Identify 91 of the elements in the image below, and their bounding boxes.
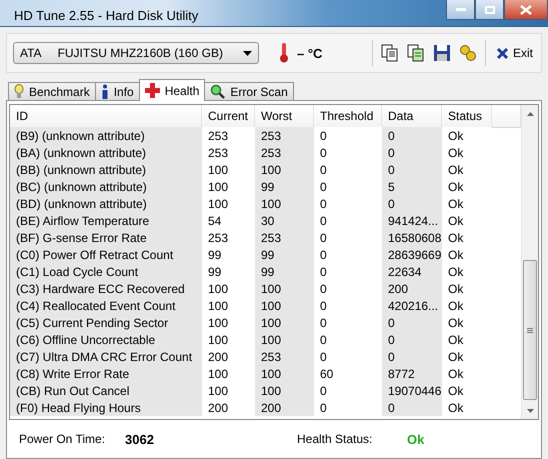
table-cell: 100 (255, 331, 314, 348)
scroll-down-icon[interactable] (526, 408, 534, 412)
scrollbar-thumb[interactable] (523, 260, 537, 400)
power-on-label: Power On Time: (19, 432, 106, 446)
column-header[interactable]: Data (382, 105, 442, 128)
table-cell: 420216... (382, 297, 442, 314)
table-cell: 30 (255, 212, 314, 229)
table-cell: 16580608 (382, 229, 442, 246)
table-cell: 100 (255, 314, 314, 331)
table-cell: 28639669 (382, 246, 442, 263)
scrollbar[interactable] (521, 105, 538, 419)
caret-icon (243, 50, 252, 56)
table-cell: (C1) Load Cycle Count (10, 263, 202, 280)
table-cell: (C5) Current Pending Sector (10, 314, 202, 331)
table-cell: 0 (382, 127, 442, 144)
close-icon (520, 4, 532, 14)
info-icon (100, 84, 109, 100)
table-cell: (B9) (unknown attribute) (10, 127, 202, 144)
table-cell: 0 (382, 331, 442, 348)
close-button[interactable] (504, 0, 548, 20)
cross-icon (144, 83, 160, 98)
table-cell: 0 (382, 161, 442, 178)
health-status-label: Health Status: (297, 432, 374, 446)
copy-icon[interactable] (380, 44, 399, 62)
power-on-value: 3062 (125, 432, 155, 446)
minimize-button[interactable] (446, 0, 475, 20)
magnifier-icon (210, 84, 226, 99)
table-cell: 253 (255, 229, 314, 246)
table-cell: (C7) Ultra DMA CRC Error Count (10, 348, 202, 365)
table-cell: 100 (255, 382, 314, 399)
table-cell: (BD) (unknown attribute) (10, 195, 202, 212)
table-cell: (BF) G-sense Error Rate (10, 229, 202, 246)
table-cell: 100 (255, 297, 314, 314)
minimize-icon (456, 8, 466, 12)
table-cell: 100 (255, 195, 314, 212)
table-cell: (C6) Offline Uncorrectable (10, 331, 202, 348)
maximize-icon (484, 6, 494, 14)
grip-icon (527, 328, 533, 332)
column-header[interactable]: Current (202, 105, 255, 128)
table-cell: (BA) (unknown attribute) (10, 144, 202, 161)
table-cell: 19070446 (382, 382, 442, 399)
lightbulb-icon (14, 84, 24, 99)
tab[interactable]: Benchmark (8, 82, 96, 101)
table-cell: 100 (255, 280, 314, 297)
table-cell: (C8) Write Error Rate (10, 365, 202, 382)
close-icon (496, 46, 509, 60)
table-cell: (F0) Head Flying Hours (10, 399, 202, 416)
column-header[interactable]: Worst (255, 105, 314, 128)
table-cell: 253 (255, 127, 314, 144)
column-header[interactable]: Status (442, 105, 492, 128)
table-cell: (C0) Power Off Retract Count (10, 246, 202, 263)
table-cell: (BB) (unknown attribute) (10, 161, 202, 178)
thermometer-icon (279, 43, 289, 63)
table-cell: 5 (382, 178, 442, 195)
table-cell: 99 (255, 246, 314, 263)
column-header (492, 105, 521, 128)
table-cell: 22634 (382, 263, 442, 280)
table-cell: 200 (382, 280, 442, 297)
health-status-value: Ok (407, 432, 426, 446)
column-header[interactable]: Threshold (314, 105, 382, 128)
maximize-button[interactable] (475, 0, 504, 20)
table-cell: 0 (382, 195, 442, 212)
table-cell: 941424... (382, 212, 442, 229)
temperature-reading: – °C (297, 46, 322, 60)
table-cell: (C3) Hardware ECC Recovered (10, 280, 202, 297)
table-cell: (CB) Run Out Cancel (10, 382, 202, 399)
table-cell: 253 (255, 348, 314, 365)
window-title: HD Tune 2.55 - Hard Disk Utility (14, 8, 198, 23)
scroll-up-icon[interactable] (526, 112, 534, 116)
table-cell: 99 (255, 178, 314, 195)
tab[interactable]: Info (94, 82, 140, 101)
table-cell: 0 (382, 314, 442, 331)
table-cell: 99 (255, 263, 314, 280)
table-cell: 100 (255, 161, 314, 178)
table-cell: 0 (382, 144, 442, 161)
column-header[interactable]: ID (10, 105, 202, 128)
copy-all-icon[interactable] (406, 44, 425, 62)
save-icon[interactable] (432, 44, 451, 62)
table-cell: 100 (255, 365, 314, 382)
table-cell: 0 (382, 399, 442, 416)
table-cell: (BE) Airflow Temperature (10, 212, 202, 229)
table-cell: (C4) Reallocated Event Count (10, 297, 202, 314)
tab[interactable]: Error Scan (204, 82, 294, 101)
table-cell: 8772 (382, 365, 442, 382)
table-cell: 253 (255, 144, 314, 161)
table-cell: (BC) (unknown attribute) (10, 178, 202, 195)
exit-button[interactable]: Exit (494, 44, 535, 62)
table-cell: 200 (255, 399, 314, 416)
tab[interactable]: Health (138, 79, 206, 101)
drive-dropdown[interactable]: ATA FUJITSU MHZ2160B (160 GB) (13, 42, 259, 64)
table-cell: 0 (382, 348, 442, 365)
